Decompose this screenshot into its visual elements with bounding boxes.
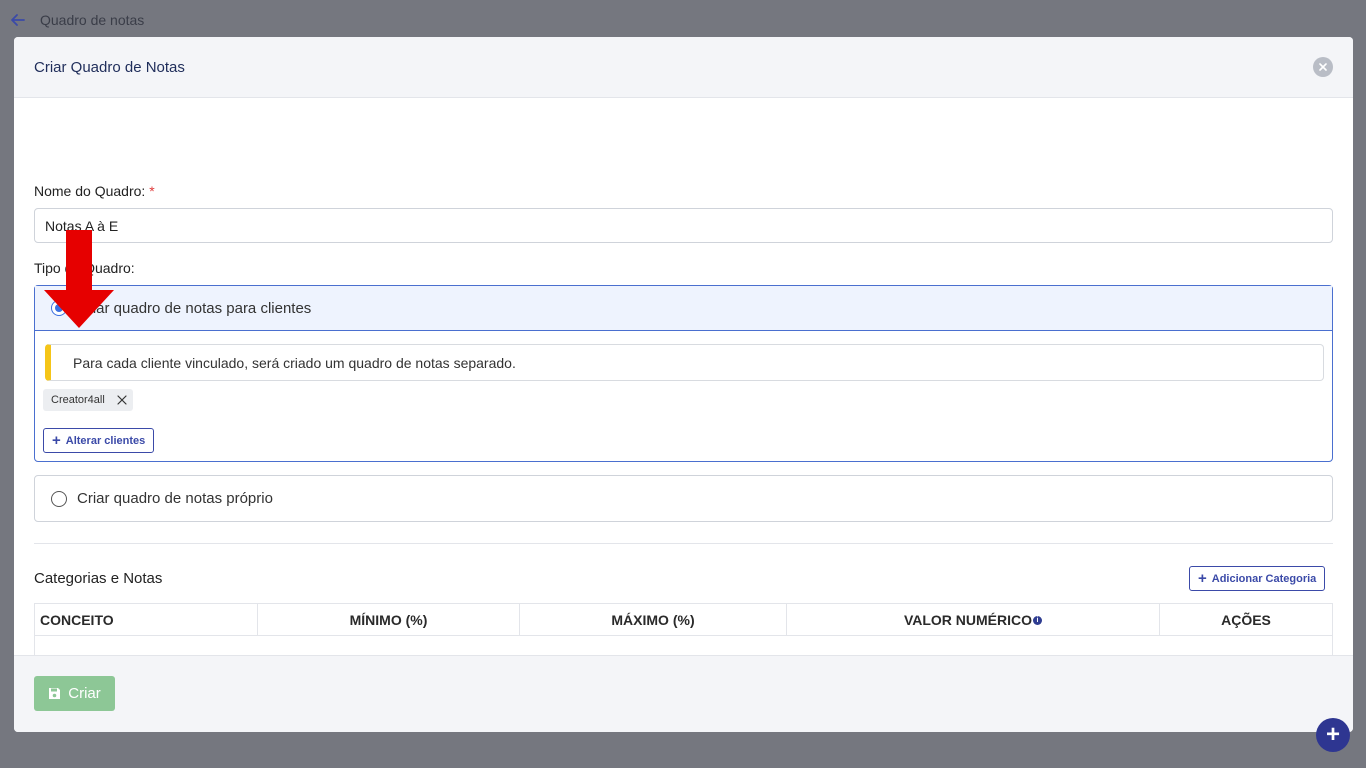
create-button-label: Criar: [68, 685, 101, 702]
close-icon: [1319, 63, 1327, 71]
modal-title: Criar Quadro de Notas: [34, 58, 185, 76]
col-concept: CONCEITO: [34, 603, 258, 636]
alter-clients-button[interactable]: + Alterar clientes: [43, 428, 155, 453]
option-clients-box: Criar quadro de notas para clientes Para…: [34, 285, 1333, 462]
info-alert: Para cada cliente vinculado, será criado…: [45, 344, 1324, 381]
page-title: Quadro de notas: [40, 12, 145, 28]
col-actions: AÇÕES: [1159, 603, 1333, 636]
required-mark: *: [149, 183, 155, 199]
create-button[interactable]: Criar: [34, 676, 115, 711]
page-topbar: Quadro de notas: [0, 0, 1366, 40]
create-board-modal: Criar Quadro de Notas Nome do Quadro: * …: [14, 37, 1353, 732]
alter-clients-label: Alterar clientes: [65, 434, 146, 447]
modal-header: Criar Quadro de Notas: [14, 37, 1353, 98]
plus-icon: +: [1325, 721, 1340, 748]
close-button[interactable]: [1313, 57, 1333, 77]
info-icon[interactable]: i: [1033, 616, 1043, 626]
section-divider: [34, 543, 1333, 544]
alert-text: Para cada cliente vinculado, será criado…: [73, 354, 516, 371]
client-chip-label: Creator4all: [51, 394, 105, 406]
option-clients-radio-row[interactable]: Criar quadro de notas para clientes: [35, 286, 1332, 331]
categories-title: Categorias e Notas: [34, 570, 163, 587]
col-max: MÁXIMO (%): [519, 603, 787, 636]
save-icon: [49, 688, 61, 699]
radio-own[interactable]: [51, 490, 67, 507]
name-label-text: Nome do Quadro:: [34, 183, 146, 199]
add-category-label: Adicionar Categoria: [1211, 572, 1317, 585]
table-header-row: CONCEITO MÍNIMO (%) MÁXIMO (%) VALOR NUM…: [34, 603, 1333, 636]
type-label: Tipo de Quadro:: [34, 260, 135, 276]
col-numeric-label: VALOR NUMÉRICO: [903, 611, 1033, 628]
plus-icon: +: [1198, 570, 1207, 587]
option-own-box[interactable]: Criar quadro de notas próprio: [34, 475, 1333, 522]
name-label: Nome do Quadro: *: [34, 183, 155, 199]
modal-footer: Criar: [14, 655, 1353, 732]
floating-add-button[interactable]: +: [1316, 718, 1350, 752]
plus-icon: +: [52, 432, 61, 449]
option-own-radio-row[interactable]: Criar quadro de notas próprio: [35, 476, 1332, 521]
client-chip: Creator4all: [43, 389, 133, 411]
radio-clients[interactable]: [51, 300, 67, 316]
remove-chip-icon[interactable]: [117, 395, 127, 405]
arrow-left-icon[interactable]: [10, 12, 26, 28]
col-min: MÍNIMO (%): [257, 603, 520, 636]
add-category-button[interactable]: + Adicionar Categoria: [1189, 566, 1326, 591]
option-clients-label: Criar quadro de notas para clientes: [77, 299, 312, 317]
col-numeric: VALOR NUMÉRICO i: [786, 603, 1160, 636]
board-name-input[interactable]: [34, 208, 1333, 243]
option-own-label: Criar quadro de notas próprio: [77, 490, 273, 507]
